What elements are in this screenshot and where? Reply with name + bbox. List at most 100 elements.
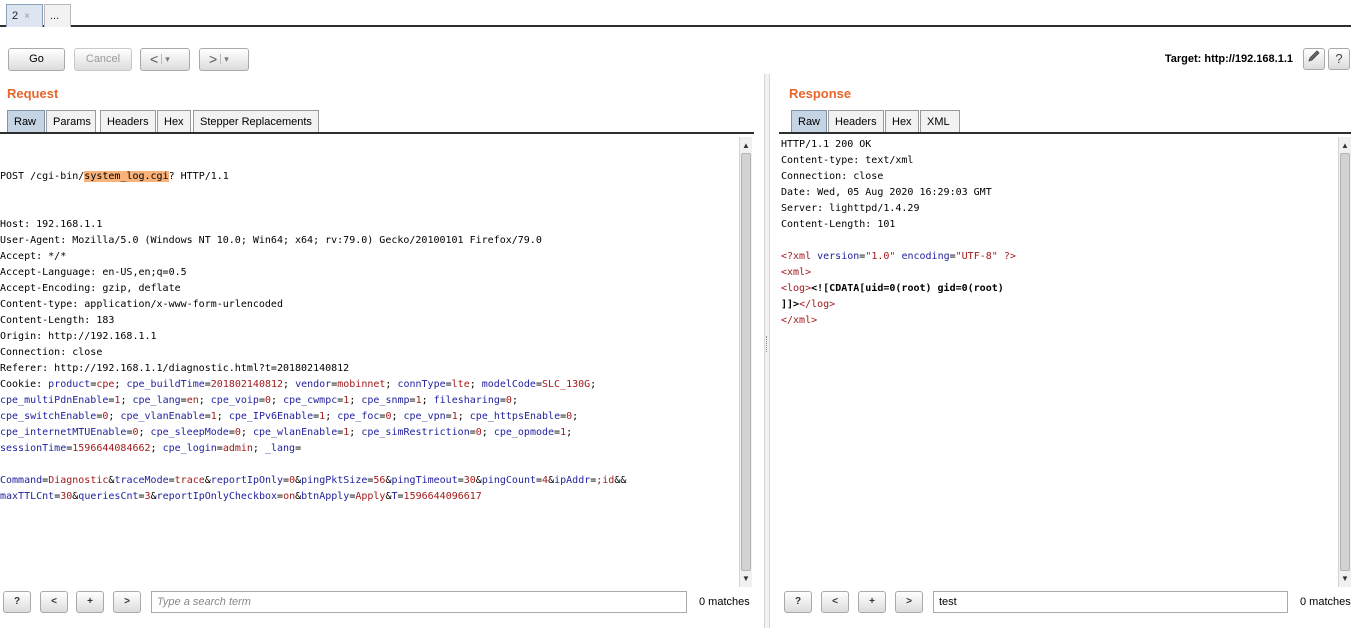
cookie-value: 0 — [385, 411, 392, 422]
search-add-button[interactable]: + — [76, 591, 104, 613]
response-match-count: 0 matches — [1300, 596, 1351, 608]
back-arrow-icon: < — [150, 51, 159, 67]
help-icon[interactable]: ? — [1328, 48, 1350, 70]
tab-stepper-replacements[interactable]: Stepper Replacements — [193, 110, 319, 133]
forward-button[interactable]: > ▾ — [199, 48, 249, 71]
scroll-up-icon[interactable]: ▲ — [1339, 139, 1351, 152]
response-header-line: HTTP/1.1 200 OK — [781, 139, 872, 150]
scroll-thumb[interactable] — [741, 153, 751, 571]
response-editor[interactable]: HTTP/1.1 200 OK Content-type: text/xml Con… — [781, 137, 1336, 585]
request-search-input[interactable] — [151, 591, 687, 613]
cookie-value: 1 — [451, 411, 458, 422]
cookie-line: sessionTime=1596644084662; cpe_login=adm… — [0, 443, 302, 454]
cookie-value: admin — [222, 443, 253, 454]
cookie-name: modelCode — [481, 379, 536, 390]
cookie-value: 1 — [210, 411, 217, 422]
cookie-name: cpe_cwmpc — [283, 395, 338, 406]
tab-hex[interactable]: Hex — [885, 110, 919, 133]
param-name: T — [391, 491, 398, 502]
log-line: <log><![CDATA[uid=0(root) gid=0(root) — [781, 281, 1336, 297]
param-value: trace — [174, 475, 205, 486]
divider-grip-icon[interactable] — [766, 336, 768, 352]
cookie-name: cpe_internetMTUEnable — [0, 427, 127, 438]
cookie-name: cpe_IPv6Enable — [228, 411, 314, 422]
request-line: POST /cgi-bin/system_log.cgi? HTTP/1.1 — [0, 169, 738, 185]
cookie-value: 0 — [475, 427, 482, 438]
param-name: btnApply — [301, 491, 350, 502]
search-help-button[interactable]: ? — [784, 591, 812, 613]
scroll-up-icon[interactable]: ▲ — [740, 139, 752, 152]
request-header-line: User-Agent: Mozilla/5.0 (Windows NT 10.0… — [0, 235, 542, 246]
cookie-value: mobinnet — [337, 379, 386, 390]
tab-headers[interactable]: Headers — [100, 110, 156, 133]
tab-hex[interactable]: Hex — [157, 110, 191, 133]
cookie-value: 1 — [343, 395, 350, 406]
repeater-tab-2[interactable]: 2 × — [6, 4, 43, 27]
tab-close-icon[interactable]: × — [24, 11, 30, 22]
forward-dropdown-icon[interactable]: ▾ — [220, 54, 229, 64]
xml-token: encoding — [895, 251, 950, 262]
cookie-name: vendor — [295, 379, 332, 390]
go-button[interactable]: Go — [8, 48, 65, 71]
request-line-suffix: ? HTTP/1.1 — [168, 171, 229, 182]
cookie-value: 1 — [415, 395, 422, 406]
scroll-down-icon[interactable]: ▼ — [740, 572, 752, 585]
search-next-button[interactable]: > — [113, 591, 141, 613]
cancel-button[interactable]: Cancel — [74, 48, 132, 71]
cookie-name: cpe_vpn — [403, 411, 446, 422]
cookie-name: cpe_buildTime — [126, 379, 205, 390]
cookie-value: en — [186, 395, 199, 406]
scroll-down-icon[interactable]: ▼ — [1339, 572, 1351, 585]
search-add-button[interactable]: + — [858, 591, 886, 613]
response-search-input[interactable] — [933, 591, 1288, 613]
response-title: Response — [789, 86, 852, 101]
param-name: reportIpOnly — [210, 475, 284, 486]
pencil-icon[interactable] — [1303, 48, 1325, 70]
cookie-name: cpe_vlanEnable — [120, 411, 205, 422]
xml-token: ?> — [997, 251, 1016, 262]
body-line: maxTTLCnt=30&queriesCnt=3&reportIpOnlyCh… — [0, 491, 482, 502]
param-value: ;id — [596, 475, 615, 486]
cookie-value: SLC_130G — [541, 379, 591, 390]
repeater-tab-strip: 2 × ... — [0, 0, 1351, 27]
request-header-line: Accept: */* — [0, 251, 67, 262]
search-next-button[interactable]: > — [895, 591, 923, 613]
cookie-name: cpe_voip — [210, 395, 259, 406]
repeater-window: 2 × ... Go Cancel < ▾ > ▾ Target: http://19… — [0, 0, 1351, 628]
tab-xml[interactable]: XML — [920, 110, 960, 133]
request-title: Request — [7, 86, 59, 101]
new-tab-button[interactable]: ... — [44, 4, 71, 27]
cookie-name: cpe_login — [162, 443, 217, 454]
cookie-value: 0 — [234, 427, 241, 438]
tab-headers[interactable]: Headers — [828, 110, 884, 133]
search-prev-button[interactable]: < — [40, 591, 68, 613]
search-prev-button[interactable]: < — [821, 591, 849, 613]
tab-raw[interactable]: Raw — [791, 110, 827, 133]
response-header-line: Content-type: text/xml — [781, 155, 914, 166]
response-header-line: Connection: close — [781, 171, 884, 182]
cookie-name: cpe_wlanEnable — [252, 427, 338, 438]
tab-params[interactable]: Params — [46, 110, 96, 133]
param-name: reportIpOnlyCheckbox — [156, 491, 278, 502]
request-tab-underline — [0, 132, 754, 134]
cookie-name: sessionTime — [0, 443, 67, 454]
scroll-thumb[interactable] — [1340, 153, 1350, 571]
param-value: 0 — [289, 475, 296, 486]
param-value: 1596644096617 — [403, 491, 482, 502]
request-scrollbar[interactable]: ▲ ▼ — [739, 137, 752, 587]
back-button[interactable]: < ▾ — [140, 48, 190, 71]
search-help-button[interactable]: ? — [3, 591, 31, 613]
xml-close-tag: </xml> — [781, 315, 818, 326]
pane-divider[interactable] — [764, 74, 770, 628]
cdata-end: ]]> — [781, 299, 800, 310]
tab-raw[interactable]: Raw — [7, 110, 45, 133]
cookie-value: 0 — [264, 395, 272, 406]
cookie-value: 1 — [114, 395, 121, 406]
back-dropdown-icon[interactable]: ▾ — [161, 54, 170, 64]
request-editor[interactable]: POST /cgi-bin/system_log.cgi? HTTP/1.1 H… — [0, 137, 738, 585]
cookie-value: 0 — [566, 411, 573, 422]
param-name: Command — [0, 475, 43, 486]
response-scrollbar[interactable]: ▲ ▼ — [1338, 137, 1351, 587]
cookie-name: cpe_lang — [132, 395, 181, 406]
